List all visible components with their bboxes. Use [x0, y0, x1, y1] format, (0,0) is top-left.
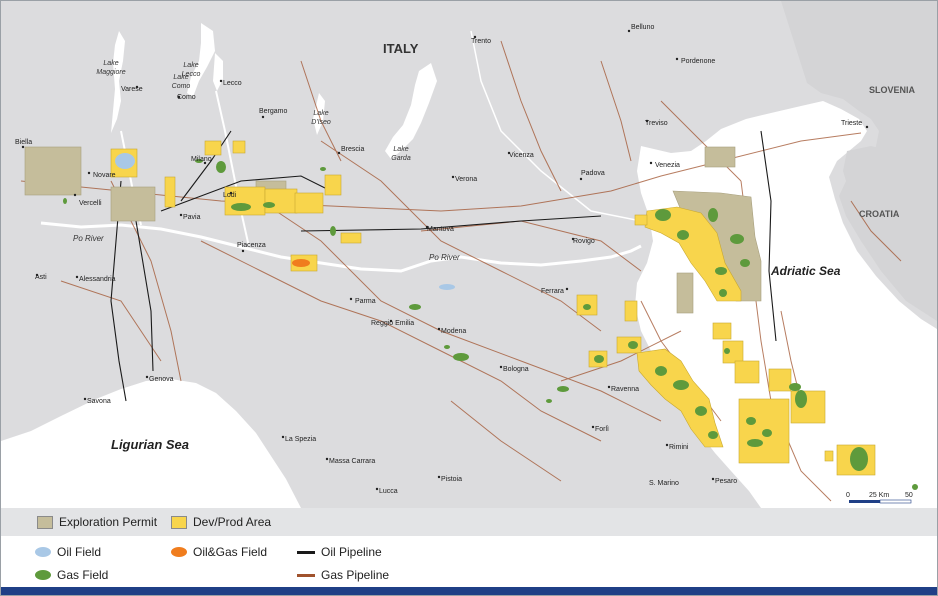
po-river-label-east: Po River: [429, 253, 460, 262]
oil-field-marker: [439, 284, 455, 290]
city-verona: Verona: [455, 176, 477, 183]
city-reggio-emilia: Reggio Emilia: [371, 320, 414, 327]
city-biella: Biella: [15, 139, 32, 146]
city-ferrara: Ferrara: [541, 288, 564, 295]
svg-text:Lake: Lake: [183, 62, 198, 69]
city-trieste: Trieste: [841, 120, 862, 127]
exploration-swatch: [37, 515, 53, 529]
svg-text:Lake: Lake: [313, 110, 328, 117]
city-pesaro: Pesaro: [715, 478, 737, 485]
city-forli: Forlì: [595, 426, 609, 433]
map-canvas: ITALY SLOVENIA CROATIA Adriatic Sea Ligu…: [1, 1, 937, 508]
legend-oil-pipeline: Oil Pipeline: [297, 545, 382, 559]
adriatic-sea-label: Adriatic Sea: [770, 264, 841, 278]
city-lecco: Lecco: [223, 80, 242, 87]
city-piacenza: Piacenza: [237, 242, 266, 249]
brand-bottom-bar: [1, 587, 937, 595]
city-bologna: Bologna: [503, 366, 529, 373]
legend-gas-pipeline-label: Gas Pipeline: [321, 568, 390, 582]
map-figure: ITALY SLOVENIA CROATIA Adriatic Sea Ligu…: [0, 0, 938, 596]
city-la-spezia: La Spezia: [285, 436, 316, 443]
ligurian-sea-label: Ligurian Sea: [111, 437, 189, 452]
city-brescia: Brescia: [341, 146, 364, 153]
legend-oil-gas-field: Oil&Gas Field: [171, 545, 267, 559]
svg-text:Garda: Garda: [391, 155, 411, 162]
legend-gas-field-label: Gas Field: [57, 568, 109, 582]
legend-dev-prod-area: Dev/Prod Area: [171, 515, 271, 529]
city-ravenna: Ravenna: [611, 386, 639, 393]
city-milano: Milano: [191, 156, 212, 163]
oil-field-swatch: [35, 547, 51, 557]
legend-oil-pipeline-label: Oil Pipeline: [321, 545, 382, 559]
city-trento: Trento: [471, 38, 491, 45]
city-pordenone: Pordenone: [681, 58, 715, 65]
oil-gas-field-swatch: [171, 547, 187, 557]
city-bergamo: Bergamo: [259, 108, 288, 115]
legend-exploration-label: Exploration Permit: [59, 515, 158, 529]
legend-oil-gas-field-label: Oil&Gas Field: [193, 545, 268, 559]
legend-gas-pipeline: Gas Pipeline: [297, 568, 389, 582]
country-label: ITALY: [383, 41, 419, 56]
scale-end: 50: [905, 492, 913, 499]
svg-text:Como: Como: [172, 83, 191, 90]
oil-field-novara: [115, 153, 135, 169]
city-parma: Parma: [355, 298, 376, 305]
scale-mid: 25 Km: [869, 492, 889, 499]
legend-oil-field: Oil Field: [35, 545, 101, 559]
legend-gas-field: Gas Field: [35, 568, 108, 582]
oil-gas-field-marker: [292, 259, 310, 267]
city-massa-carrara: Massa Carrara: [329, 458, 375, 465]
city-vicenza: Vicenza: [509, 152, 534, 159]
legend-oil-field-label: Oil Field: [57, 545, 102, 559]
svg-text:Lake: Lake: [103, 60, 118, 67]
city-alessandria: Alessandria: [79, 276, 116, 283]
scale-zero: 0: [846, 492, 850, 499]
po-river-label-west: Po River: [73, 234, 104, 243]
svg-text:Maggiore: Maggiore: [96, 69, 125, 76]
gas-field-swatch: [35, 570, 51, 580]
city-rovigo: Rovigo: [573, 238, 595, 245]
city-varese: Varese: [121, 86, 143, 93]
city-genova: Genova: [149, 376, 174, 383]
svg-text:Lake: Lake: [173, 74, 188, 81]
city-pistoia: Pistoia: [441, 476, 462, 483]
legend-exploration-permit: Exploration Permit: [37, 515, 157, 529]
city-padova: Padova: [581, 170, 605, 177]
legend-dev-prod-label: Dev/Prod Area: [193, 515, 272, 529]
city-savona: Savona: [87, 398, 111, 405]
city-lucca: Lucca: [379, 488, 398, 495]
city-vercelli: Vercelli: [79, 200, 102, 207]
oil-pipeline-swatch: [297, 550, 315, 554]
city-venezia: Venezia: [655, 162, 680, 169]
svg-text:Lake: Lake: [393, 146, 408, 153]
svg-text:D'Iseo: D'Iseo: [311, 119, 331, 126]
city-modena: Modena: [441, 328, 466, 335]
city-belluno: Belluno: [631, 24, 654, 31]
city-treviso: Treviso: [645, 120, 668, 127]
city-mantova: Mantova: [427, 226, 454, 233]
dev-prod-swatch: [171, 515, 187, 529]
neighbor-label-slovenia: SLOVENIA: [869, 85, 916, 95]
city-novare: Novare: [93, 172, 116, 179]
gas-pipeline-swatch: [297, 573, 315, 577]
city-pavia: Pavia: [183, 214, 201, 221]
city-s-marino: S. Marino: [649, 480, 679, 487]
city-rimini: Rimini: [669, 444, 689, 451]
neighbor-label-croatia: CROATIA: [859, 209, 900, 219]
